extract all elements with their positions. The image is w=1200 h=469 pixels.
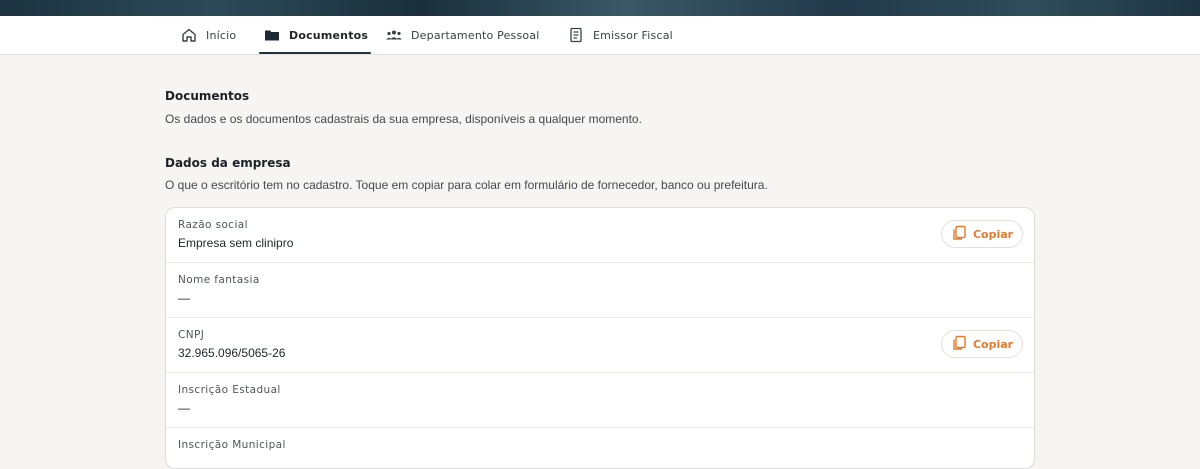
copy-button[interactable]: Copiar <box>941 220 1023 248</box>
copy-icon <box>951 225 967 244</box>
folder-icon <box>263 26 281 44</box>
nav-item-label: Documentos <box>289 28 369 42</box>
documents-title: Documentos <box>165 89 250 103</box>
field-row-razao-social: Razão social Empresa sem clinipro Copiar <box>166 208 1034 263</box>
company-data-title: Dados da empresa <box>165 156 291 170</box>
nav-item-documentos[interactable]: Documentos <box>258 16 372 54</box>
main-navigation: Início Documentos Departamento Pessoal E… <box>0 16 1200 55</box>
field-row-inscricao-municipal: Inscrição Municipal <box>166 428 1034 468</box>
field-value: — <box>178 401 190 415</box>
nav-item-emissor-fiscal[interactable]: Emissor Fiscal <box>567 16 673 54</box>
nav-item-label: Departamento Pessoal <box>411 28 540 42</box>
documents-description: Os dados e os documentos cadastrais da s… <box>165 112 642 126</box>
field-label: CNPJ <box>178 329 205 341</box>
nav-item-inicio[interactable]: Início <box>180 16 236 54</box>
copy-button-label: Copiar <box>972 337 1014 351</box>
company-data-card: Razão social Empresa sem clinipro Copiar… <box>165 207 1035 469</box>
receipt-icon <box>567 26 585 44</box>
field-label: Nome fantasia <box>178 274 260 286</box>
field-value: 32.965.096/5065-26 <box>178 346 286 360</box>
field-row-nome-fantasia: Nome fantasia — <box>166 263 1034 318</box>
copy-button-label: Copiar <box>972 227 1014 241</box>
field-label: Inscrição Municipal <box>178 439 286 451</box>
field-label: Inscrição Estadual <box>178 384 281 396</box>
nav-item-label: Emissor Fiscal <box>593 28 673 42</box>
copy-icon <box>951 335 967 354</box>
header-banner <box>0 0 1200 16</box>
field-row-inscricao-estadual: Inscrição Estadual — <box>166 373 1034 428</box>
nav-item-label: Início <box>206 28 237 42</box>
home-icon <box>180 26 198 44</box>
field-row-cnpj: CNPJ 32.965.096/5065-26 Copiar <box>166 318 1034 373</box>
field-label: Razão social <box>178 219 248 231</box>
company-data-description: O que o escritório tem no cadastro. Toqu… <box>165 178 768 192</box>
field-value: — <box>178 291 190 305</box>
copy-button[interactable]: Copiar <box>941 330 1023 358</box>
field-value: Empresa sem clinipro <box>178 236 294 250</box>
people-icon <box>385 26 403 44</box>
nav-item-departamento-pessoal[interactable]: Departamento Pessoal <box>385 16 540 54</box>
